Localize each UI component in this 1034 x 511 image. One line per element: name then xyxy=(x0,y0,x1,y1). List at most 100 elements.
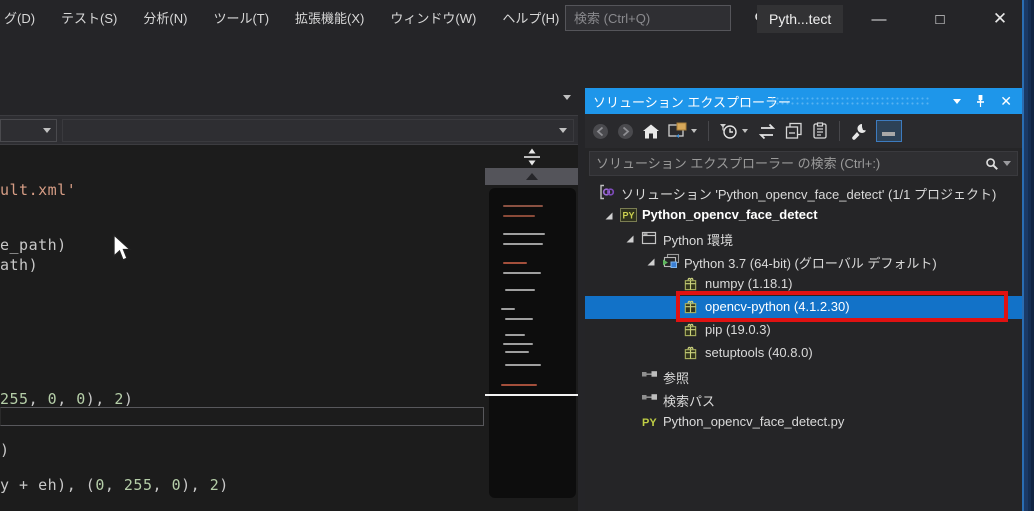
tree-row-project[interactable]: PY Python_opencv_face_detect xyxy=(585,204,1022,227)
code-line: 255, 0, 0), 2) xyxy=(0,390,134,408)
py-project-icon: PY xyxy=(620,207,637,223)
scroll-up-button[interactable] xyxy=(485,168,578,185)
close-icon[interactable]: ✕ xyxy=(1000,93,1012,110)
home-icon xyxy=(643,124,659,138)
home-button[interactable] xyxy=(641,119,661,143)
collapse-all-button[interactable] xyxy=(784,119,804,143)
preview-selected-items-button[interactable] xyxy=(876,120,902,142)
solution-explorer-search-box[interactable] xyxy=(589,151,1018,176)
copy-path-button[interactable] xyxy=(810,119,830,143)
minimize-button[interactable]: — xyxy=(850,0,908,38)
scroll-position-indicator xyxy=(485,394,578,396)
code-line: y + eh), (0, 255, 0), 2) xyxy=(0,476,229,494)
document-overflow-icon[interactable] xyxy=(563,95,571,100)
package-icon xyxy=(683,345,699,361)
title-bar: グ(D) テスト(S) 分析(N) ツール(T) 拡張機能(X) ウィンドウ(W) ヘルプ(… xyxy=(0,0,1022,38)
wrench-icon xyxy=(852,123,866,140)
menu-item-5[interactable]: ウィンドウ(W) xyxy=(377,0,489,38)
tree-row-references[interactable]: 参照 xyxy=(585,365,1022,388)
menu-item-2[interactable]: 分析(N) xyxy=(130,0,200,38)
minimap-line xyxy=(505,289,535,291)
expander-icon[interactable] xyxy=(646,257,656,267)
sync-active-document-button[interactable] xyxy=(756,119,778,143)
mouse-cursor xyxy=(113,234,132,261)
minimap-line xyxy=(505,318,533,320)
switch-views-button[interactable] xyxy=(667,119,699,143)
tree-row-pip[interactable]: pip (19.0.3) xyxy=(585,319,1022,342)
tree-row-py-file[interactable]: PY Python_opencv_face_detect.py xyxy=(585,411,1022,434)
minimap-line xyxy=(505,351,529,353)
code-line: ) xyxy=(0,441,10,459)
switch-views-icon xyxy=(668,122,697,138)
tree-row-python-env[interactable]: Python 環境 xyxy=(585,227,1022,250)
package-icon xyxy=(683,322,699,338)
tree-item-label: 参照 xyxy=(663,371,690,386)
reference-icon xyxy=(641,368,657,384)
expander-icon[interactable] xyxy=(625,234,635,244)
minimap-line xyxy=(503,262,527,264)
tree-item-label: 検索パス xyxy=(663,394,716,409)
menu-item-0[interactable]: グ(D) xyxy=(0,0,48,38)
svg-text:PY: PY xyxy=(642,417,657,429)
pin-icon[interactable] xyxy=(975,94,986,108)
window-position-dropdown-icon[interactable] xyxy=(953,98,962,104)
solution-explorer-toolbar xyxy=(585,114,1022,148)
editor-navigation-bar xyxy=(0,115,578,145)
solution-icon xyxy=(599,184,615,200)
minimap-line xyxy=(503,343,533,345)
tree-item-label: Python_opencv_face_detect xyxy=(642,207,818,222)
menu-item-4[interactable]: 拡張機能(X) xyxy=(282,0,377,38)
tree-row-python-37[interactable]: Python 3.7 (64-bit) (グローバル デフォルト) xyxy=(585,250,1022,273)
forward-button[interactable] xyxy=(616,119,635,143)
filter-history-button[interactable] xyxy=(718,119,750,143)
search-options-icon[interactable] xyxy=(1003,161,1011,166)
maximize-button[interactable]: □ xyxy=(911,0,969,38)
minimap-line xyxy=(505,364,541,366)
annotation-red-box xyxy=(676,291,1008,322)
solution-explorer-search-input[interactable] xyxy=(590,156,985,171)
copy-path-icon xyxy=(813,122,827,139)
tree-item-label: Python_opencv_face_detect.py xyxy=(663,414,845,429)
tree-row-setuptools[interactable]: setuptools (40.8.0) xyxy=(585,342,1022,365)
minimap-line xyxy=(503,233,545,235)
current-line-highlight xyxy=(0,407,484,426)
tree-item-label: pip (19.0.3) xyxy=(705,322,771,337)
nav-project-dropdown[interactable] xyxy=(0,119,57,142)
wrench-button[interactable] xyxy=(849,119,870,143)
splitter-grip-icon[interactable] xyxy=(485,145,578,168)
minimap-line xyxy=(503,205,543,207)
back-button[interactable] xyxy=(591,119,610,143)
menu-item-3[interactable]: ツール(T) xyxy=(200,0,282,38)
nav-member-dropdown[interactable] xyxy=(62,119,574,142)
document-tab-well xyxy=(0,80,578,115)
tree-item-label: Python 3.7 (64-bit) (グローバル デフォルト) xyxy=(684,256,937,271)
tree-item-label: setuptools (40.8.0) xyxy=(705,345,813,360)
py-file-icon: PY xyxy=(641,414,657,430)
forward-icon xyxy=(618,123,633,139)
minimap-line xyxy=(505,334,525,336)
menu-bar: グ(D) テスト(S) 分析(N) ツール(T) 拡張機能(X) ウィンドウ(W) ヘルプ(… xyxy=(0,0,572,38)
minimap[interactable] xyxy=(489,188,576,498)
tree-item-label: numpy (1.18.1) xyxy=(705,276,793,291)
code-line: e_path) xyxy=(0,236,67,254)
panel-splitter[interactable] xyxy=(578,160,585,511)
minimap-line xyxy=(501,384,537,386)
reference-icon xyxy=(641,391,657,407)
sync-active-document-icon xyxy=(758,123,776,139)
expander-icon[interactable] xyxy=(604,211,614,221)
back-icon xyxy=(593,123,608,139)
toolbar-separator xyxy=(708,121,709,141)
menu-item-6[interactable]: ヘルプ(H) xyxy=(489,0,572,38)
tree-row-search-paths[interactable]: 検索パス xyxy=(585,388,1022,411)
menu-item-1[interactable]: テスト(S) xyxy=(48,0,130,38)
quick-search-input[interactable] xyxy=(566,10,754,26)
tree-row-solution[interactable]: ソリューション 'Python_opencv_face_detect' (1/1… xyxy=(585,181,1022,204)
window-title[interactable]: Pyth...tect xyxy=(757,5,844,33)
solution-explorer-title-bar[interactable]: ソリューション エクスプローラー ✕ xyxy=(585,88,1022,114)
close-button[interactable]: ✕ xyxy=(971,0,1029,38)
toolbar-separator xyxy=(839,121,840,141)
quick-search-box[interactable] xyxy=(565,5,767,31)
code-line: ult.xml' xyxy=(0,181,77,199)
minimap-line xyxy=(503,243,543,245)
editor-scrollbar[interactable] xyxy=(485,145,578,511)
